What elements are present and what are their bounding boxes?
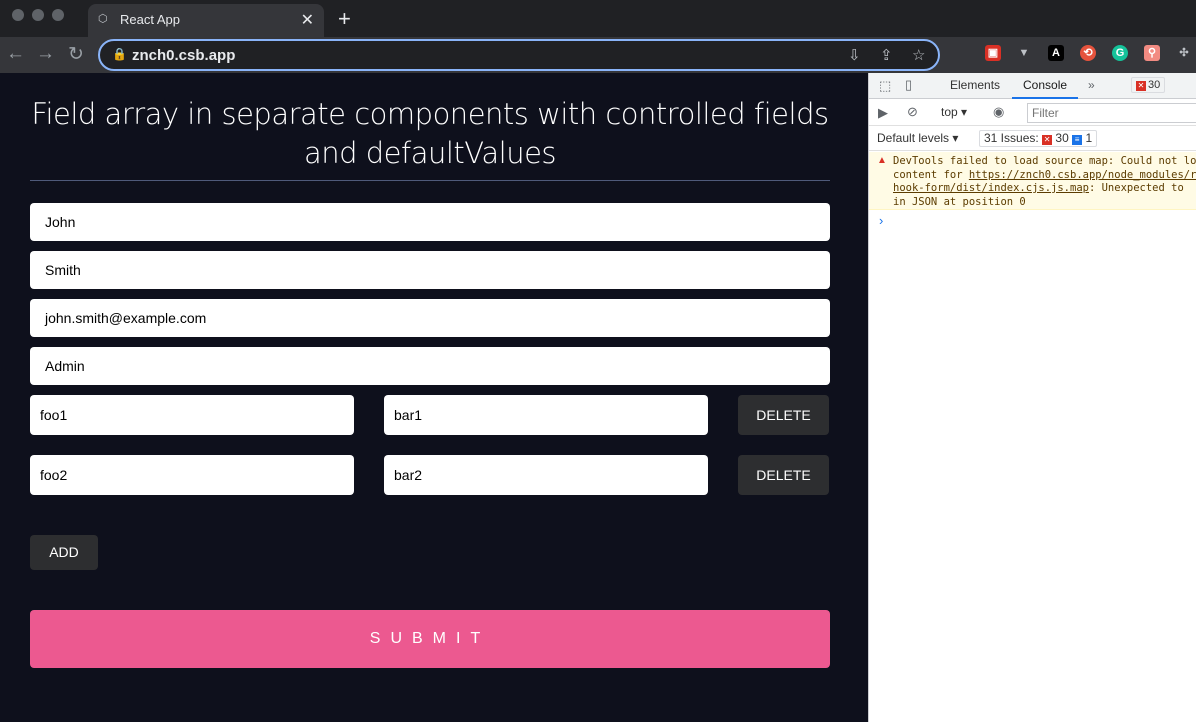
submit-button[interactable]: SUBMIT <box>30 610 830 668</box>
issues-info-count: 1 <box>1085 131 1093 145</box>
console-filter-input[interactable]: Filter <box>1027 103 1196 123</box>
sidebar-toggle-icon[interactable]: ▶ <box>878 105 888 121</box>
window-minimize-dot[interactable] <box>32 9 44 21</box>
row-1-right-field[interactable]: bar1 <box>384 395 708 435</box>
tab-title: React App <box>120 12 180 27</box>
react-favicon-icon: ⬡ <box>98 13 108 25</box>
devtools-tab-bar: ⬚ ▯ Elements Console » ✕ 30 <box>869 73 1196 99</box>
tab-elements[interactable]: Elements <box>950 78 1000 92</box>
last-name-field[interactable]: Smith <box>30 251 830 289</box>
error-x-icon: ✕ <box>1136 81 1146 91</box>
device-toolbar-icon[interactable]: ▯ <box>905 77 912 93</box>
row-2-delete-button[interactable]: DELETE <box>738 455 829 495</box>
inspect-element-icon[interactable]: ⬚ <box>879 78 891 94</box>
console-levels-bar: Default levels ▾ 31 Issues: ✕ 30 ≡ 1 <box>869 126 1196 151</box>
extension-misc-icon[interactable]: ⚲ <box>1144 45 1160 61</box>
issues-error-count: 30 <box>1055 131 1069 145</box>
console-toolbar: ▶ ⊘ top ▾ ◉ Filter <box>869 100 1196 126</box>
role-field[interactable]: Admin <box>30 347 830 385</box>
warning-triangle-icon: ▲ <box>877 155 887 166</box>
warning-line-4: in JSON at position 0 <box>893 195 1026 208</box>
first-name-field[interactable]: John <box>30 203 830 241</box>
warning-line-2-prefix: content for <box>893 168 969 181</box>
clear-console-icon[interactable]: ⊘ <box>907 104 918 120</box>
console-warning-message: ▲ DevTools failed to load source map: Co… <box>869 152 1196 210</box>
error-count: 30 <box>1148 79 1161 91</box>
row-1-left-field[interactable]: foo1 <box>30 395 354 435</box>
more-tabs-icon[interactable]: » <box>1088 78 1095 92</box>
devtools-panel: ⬚ ▯ Elements Console » ✕ 30 ▶ ⊘ top ▾ ◉ F… <box>868 73 1196 722</box>
window-close-dot[interactable] <box>12 9 24 21</box>
tab-console[interactable]: Console <box>1023 78 1067 92</box>
row-1-delete-button[interactable]: DELETE <box>738 395 829 435</box>
tab-close-icon[interactable]: ✕ <box>301 10 314 30</box>
extension-angular-icon[interactable]: A <box>1048 45 1064 61</box>
warning-line-1: DevTools failed to load source map: Coul… <box>893 155 1196 167</box>
row-2-left-field[interactable]: foo2 <box>30 455 354 495</box>
error-count-badge[interactable]: ✕ 30 <box>1131 77 1166 93</box>
row-2-right-field[interactable]: bar2 <box>384 455 708 495</box>
browser-toolbar: ← → ↻ 🔒 znch0.csb.app ⇩ ⇪ ☆ ▣ ▼ A ⟲ G ⚲ … <box>0 37 1196 73</box>
app-page: Field array in separate components with … <box>0 73 868 722</box>
context-select[interactable]: top ▾ <box>941 105 967 119</box>
add-button[interactable]: ADD <box>30 535 98 570</box>
extension-red-icon[interactable]: ▣ <box>985 45 1001 61</box>
share-icon[interactable]: ⇪ <box>880 46 893 64</box>
warning-line-3-suffix: : Unexpected to <box>1088 182 1184 194</box>
source-map-link-part-1[interactable]: https://znch0.csb.app/node_modules/react… <box>969 169 1196 181</box>
email-field[interactable]: john.smith@example.com <box>30 299 830 337</box>
issues-error-icon: ✕ <box>1042 135 1053 145</box>
address-bar[interactable]: 🔒 znch0.csb.app ⇩ ⇪ ☆ <box>98 39 940 71</box>
page-title: Field array in separate components with … <box>31 97 829 170</box>
issues-badge[interactable]: 31 Issues: ✕ 30 ≡ 1 <box>979 130 1098 147</box>
new-tab-icon[interactable]: + <box>338 6 351 32</box>
reload-icon[interactable]: ↻ <box>68 43 84 66</box>
bookmark-star-icon[interactable]: ☆ <box>912 46 925 64</box>
extension-grammarly-icon[interactable]: G <box>1112 45 1128 61</box>
browser-tab-bar: ⬡ React App ✕ + <box>0 0 1196 37</box>
console-prompt-icon[interactable]: › <box>879 213 883 228</box>
live-expression-eye-icon[interactable]: ◉ <box>993 104 1004 120</box>
extensions-puzzle-icon[interactable]: ✣ <box>1176 45 1192 61</box>
window-zoom-dot[interactable] <box>52 9 64 21</box>
active-tab-indicator <box>1012 97 1078 99</box>
issues-label: 31 Issues: <box>984 131 1039 145</box>
extension-colorzilla-icon[interactable]: ⟲ <box>1080 45 1096 61</box>
title-divider <box>30 180 830 181</box>
lock-icon: 🔒 <box>112 47 127 61</box>
back-arrow-icon[interactable]: ← <box>6 43 25 65</box>
extension-vue-icon[interactable]: ▼ <box>1016 45 1032 61</box>
address-url[interactable]: znch0.csb.app <box>132 47 235 64</box>
warning-text: DevTools failed to load source map: Coul… <box>893 155 1196 209</box>
log-levels-dropdown[interactable]: Default levels ▾ <box>877 131 958 145</box>
issues-info-icon: ≡ <box>1072 135 1083 145</box>
forward-arrow-icon[interactable]: → <box>36 43 55 65</box>
browser-tab[interactable]: ⬡ React App ✕ <box>88 4 324 37</box>
install-icon[interactable]: ⇩ <box>848 46 861 64</box>
source-map-link-part-2[interactable]: hook-form/dist/index.cjs.js.map <box>893 182 1089 194</box>
